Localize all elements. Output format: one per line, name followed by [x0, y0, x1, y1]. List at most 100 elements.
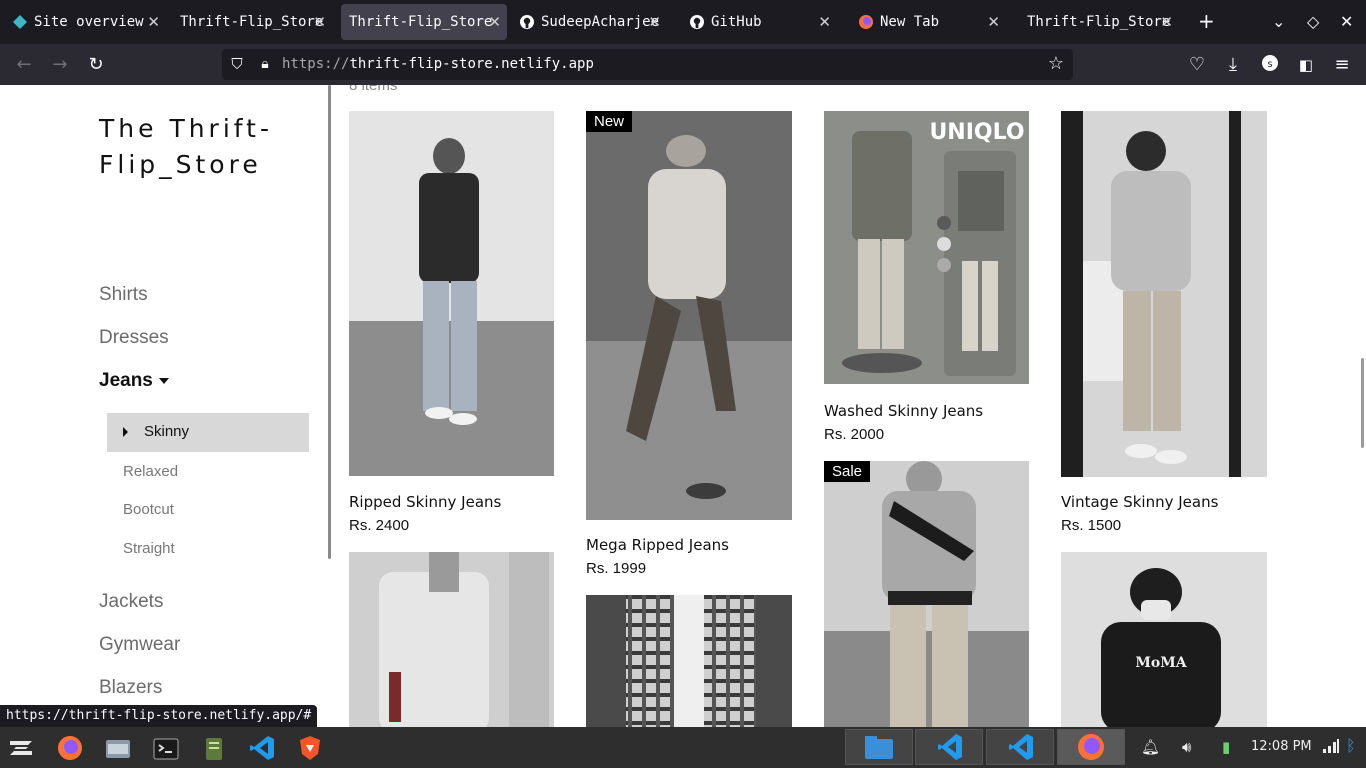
- subcategory-straight[interactable]: Straight: [123, 540, 175, 557]
- brave-icon[interactable]: [296, 732, 324, 764]
- url-text[interactable]: https://thrift-flip-store.netlify.app: [282, 56, 594, 72]
- taskbar-window-firefox[interactable]: [1057, 729, 1125, 765]
- product-photo: [824, 461, 1029, 727]
- product-photo: [349, 552, 554, 727]
- reload-icon[interactable]: ↻: [85, 54, 107, 76]
- subcategory-skinny[interactable]: Skinny: [107, 413, 309, 452]
- subcategory-skinny-label: Skinny: [144, 423, 190, 440]
- account-icon[interactable]: s: [1259, 54, 1281, 76]
- tab-title: Thrift-Flip_Store: [180, 14, 324, 30]
- product-name[interactable]: Ripped Skinny Jeans: [349, 493, 501, 511]
- tab-title: Site overview: [34, 14, 144, 30]
- sidebar-scrollbar[interactable]: [328, 85, 331, 559]
- category-jackets[interactable]: Jackets: [99, 591, 163, 613]
- product-photo: [349, 111, 554, 476]
- tab-title: GitHub: [711, 14, 762, 30]
- diamond-icon[interactable]: ◇: [1307, 12, 1319, 31]
- close-icon[interactable]: ✕: [987, 13, 1000, 31]
- taskbar-window-files[interactable]: [845, 729, 913, 765]
- notification-bell-icon[interactable]: 🔔︎: [1141, 738, 1160, 756]
- category-jeans[interactable]: Jeans: [99, 370, 169, 392]
- vscode-icon[interactable]: [248, 732, 276, 764]
- url-host: thrift-flip-store.netlify.app: [349, 56, 594, 72]
- item-count: 8 items: [349, 85, 398, 94]
- product-image-row2-col4[interactable]: MoMA: [1061, 552, 1267, 727]
- battery-icon[interactable]: ▮: [1222, 738, 1230, 756]
- product-image-row2-col2[interactable]: [586, 595, 792, 727]
- close-icon[interactable]: ✕: [818, 13, 831, 31]
- url-bar[interactable]: ⛉ 🔒︎ https://thrift-flip-store.netlify.a…: [222, 49, 1073, 80]
- product-name[interactable]: Mega Ripped Jeans: [586, 536, 729, 554]
- terminal-icon[interactable]: [152, 732, 180, 764]
- product-name[interactable]: Vintage Skinny Jeans: [1061, 493, 1218, 511]
- text-editor-icon[interactable]: [200, 732, 228, 764]
- back-icon[interactable]: ←: [13, 54, 35, 76]
- tab-thrift-active[interactable]: Thrift-Flip_Store ✕: [341, 4, 507, 40]
- category-blazers[interactable]: Blazers: [99, 677, 162, 699]
- product-price: Rs. 2000: [824, 426, 885, 443]
- list-tabs-icon[interactable]: ⌄: [1272, 12, 1285, 31]
- files-icon[interactable]: [104, 732, 132, 764]
- tab-title: New Tab: [880, 14, 940, 30]
- category-gymwear[interactable]: Gymwear: [99, 634, 180, 656]
- product-photo: [1061, 111, 1267, 477]
- close-icon[interactable]: ✕: [1160, 13, 1173, 31]
- tab-thrift-2[interactable]: Thrift-Flip_Store ✕: [1019, 0, 1179, 44]
- product-image-mega-ripped[interactable]: New: [586, 111, 792, 520]
- category-dresses[interactable]: Dresses: [99, 327, 169, 349]
- close-icon[interactable]: ✕: [313, 13, 326, 31]
- taskbar: 🔔︎ 🔊︎ ▮ 12:08 PM ᛒ: [0, 727, 1366, 768]
- page-scrollbar[interactable]: [1361, 358, 1364, 448]
- nav-bar: ← → ↻ ⛉ 🔒︎ https://thrift-flip-store.net…: [0, 44, 1366, 85]
- tab-thrift-1[interactable]: Thrift-Flip_Store ✕: [172, 0, 332, 44]
- category-shirts[interactable]: Shirts: [99, 284, 148, 306]
- new-badge: New: [586, 111, 633, 132]
- moma-logo: MoMA: [1135, 655, 1187, 671]
- product-price: Rs. 2400: [349, 517, 410, 534]
- extension-icon[interactable]: ◧: [1295, 54, 1317, 76]
- window-close-icon[interactable]: ✕: [1340, 12, 1353, 31]
- product-photo: MoMA: [1061, 552, 1267, 727]
- brand-line-2: Flip_Store: [99, 150, 262, 179]
- page-content: 8 items The Thrift- Flip_Store Shirts Dr…: [0, 85, 1366, 727]
- github-icon: [520, 15, 534, 29]
- pocket-icon[interactable]: ♡: [1186, 54, 1208, 76]
- subcategory-bootcut[interactable]: Bootcut: [123, 501, 174, 518]
- tab-title: SudeepAcharjee: [541, 14, 659, 30]
- zorin-menu-icon[interactable]: [6, 732, 36, 764]
- shield-icon[interactable]: ⛉: [226, 53, 248, 75]
- close-icon[interactable]: ✕: [488, 13, 501, 31]
- tab-sudeepacharjee[interactable]: SudeepAcharjee ✕: [517, 0, 667, 44]
- tab-new-tab[interactable]: New Tab ✕: [856, 0, 1006, 44]
- taskbar-window-vscode-1[interactable]: [915, 729, 983, 765]
- new-tab-button[interactable]: +: [1198, 9, 1215, 33]
- lock-icon[interactable]: 🔒︎: [254, 53, 276, 75]
- tab-site-overview[interactable]: Site overview ✕: [8, 0, 166, 44]
- product-photo: [586, 111, 792, 520]
- network-signal-icon[interactable]: [1322, 738, 1340, 758]
- brand-logo[interactable]: The Thrift- Flip_Store: [99, 111, 319, 183]
- download-icon[interactable]: ⤓: [1222, 54, 1244, 76]
- brand-line-1: The Thrift-: [99, 114, 273, 143]
- product-image-washed-skinny[interactable]: UNIQLO: [824, 111, 1029, 384]
- volume-icon[interactable]: 🔊︎: [1182, 738, 1191, 756]
- product-image-row2-col3[interactable]: Sale: [824, 461, 1029, 727]
- forward-icon[interactable]: →: [49, 54, 71, 76]
- close-icon[interactable]: ✕: [648, 13, 661, 31]
- close-icon[interactable]: ✕: [147, 13, 160, 31]
- tab-title: Thrift-Flip_Store: [349, 14, 493, 30]
- taskbar-clock[interactable]: 12:08 PM: [1251, 739, 1312, 754]
- product-image-vintage-skinny[interactable]: [1061, 111, 1267, 477]
- bluetooth-icon[interactable]: ᛒ: [1346, 736, 1356, 755]
- firefox-icon[interactable]: [56, 732, 84, 764]
- product-image-row2-col1[interactable]: [349, 552, 554, 727]
- product-name[interactable]: Washed Skinny Jeans: [824, 402, 983, 420]
- product-image-ripped-skinny[interactable]: [349, 111, 554, 476]
- subcategory-relaxed[interactable]: Relaxed: [123, 463, 178, 480]
- caret-down-icon: [158, 377, 169, 384]
- uniqlo-logo: UNIQLO: [929, 120, 1024, 145]
- bookmark-star-icon[interactable]: ☆: [1045, 53, 1067, 75]
- tab-github[interactable]: GitHub ✕: [687, 0, 837, 44]
- taskbar-window-vscode-2[interactable]: [986, 729, 1054, 765]
- menu-icon[interactable]: ≡: [1331, 54, 1353, 76]
